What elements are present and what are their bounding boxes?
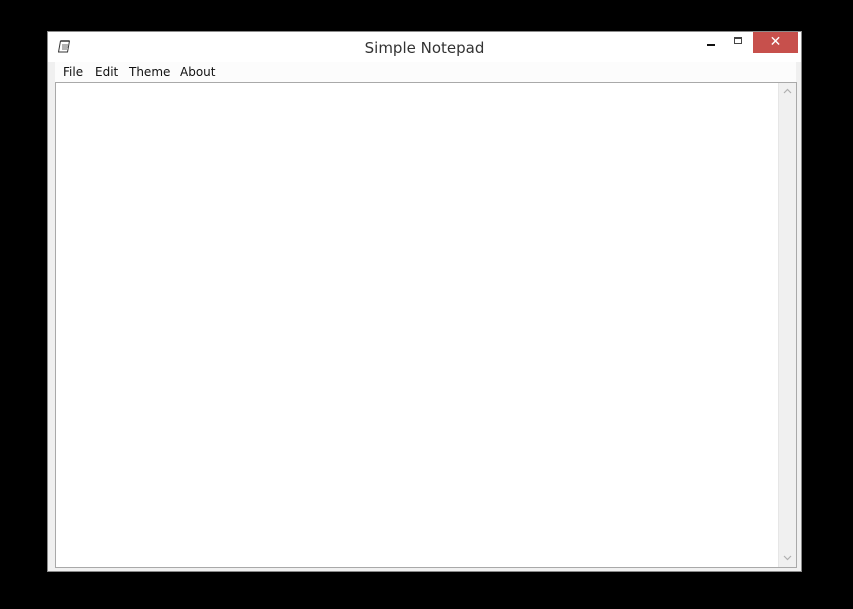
scroll-down-button[interactable] xyxy=(779,550,796,567)
menu-bar: File Edit Theme About xyxy=(55,62,796,83)
menu-edit[interactable]: Edit xyxy=(95,65,118,79)
menu-about[interactable]: About xyxy=(180,65,215,79)
maximize-button[interactable] xyxy=(727,32,751,53)
scroll-up-button[interactable] xyxy=(779,83,796,100)
menu-file[interactable]: File xyxy=(63,65,83,79)
text-editor[interactable] xyxy=(56,83,778,567)
chevron-down-icon xyxy=(783,555,792,561)
editor-area xyxy=(55,82,797,568)
notepad-window: Simple Notepad ✕ File Edit Theme About xyxy=(47,31,802,572)
menu-theme[interactable]: Theme xyxy=(129,65,170,79)
title-bar[interactable]: Simple Notepad ✕ xyxy=(48,32,801,62)
vertical-scrollbar[interactable] xyxy=(778,83,796,567)
chevron-up-icon xyxy=(783,88,792,94)
minimize-button[interactable] xyxy=(700,32,724,53)
close-button[interactable]: ✕ xyxy=(753,32,798,53)
close-icon: ✕ xyxy=(769,34,782,50)
window-title: Simple Notepad xyxy=(364,39,485,57)
